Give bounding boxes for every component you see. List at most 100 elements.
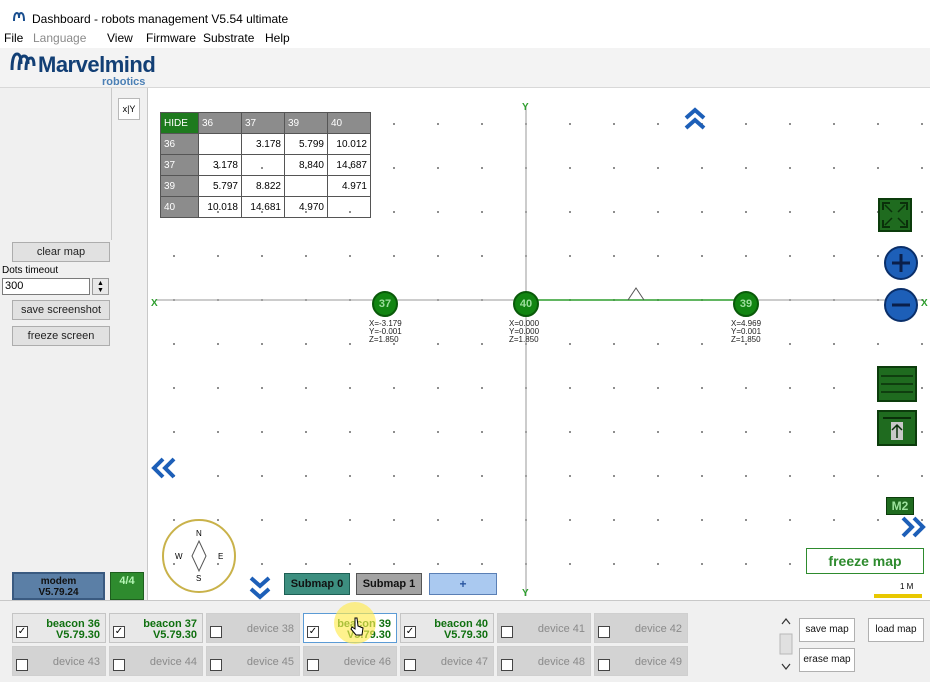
menu-file[interactable]: File	[4, 31, 23, 45]
axis-toggle-button[interactable]: x|Y	[118, 98, 140, 120]
device-checkbox[interactable]: ✓	[404, 626, 416, 638]
grid-dot	[437, 211, 439, 213]
device-checkbox[interactable]: ✓	[16, 626, 28, 638]
device-checkbox[interactable]	[501, 626, 513, 638]
beacon-coords-39: X=4.969 Y=0.001 Z=1.850	[731, 320, 761, 344]
scroll-down-icon[interactable]	[247, 574, 273, 602]
hide-table-button[interactable]: HIDE	[160, 112, 199, 134]
grid-dot	[701, 387, 703, 389]
modem-status[interactable]: modem V5.79.24	[12, 572, 105, 600]
freeze-map-button[interactable]: freeze map	[806, 548, 924, 574]
device-version: V5.79.30	[443, 629, 488, 641]
grid-dot	[217, 343, 219, 345]
grid-dot	[481, 563, 483, 565]
upload-button[interactable]	[877, 410, 917, 446]
device-button-48[interactable]: device 48	[497, 646, 591, 676]
device-button-37[interactable]: ✓ beacon 37 V5.79.30	[109, 613, 203, 643]
device-button-36[interactable]: ✓ beacon 36 V5.79.30	[12, 613, 106, 643]
device-checkbox[interactable]: ✓	[307, 626, 319, 638]
scale-label: 1 M	[900, 582, 914, 591]
device-button-49[interactable]: device 49	[594, 646, 688, 676]
scroll-right-icon[interactable]	[899, 514, 927, 540]
device-button-47[interactable]: device 47	[400, 646, 494, 676]
grid-dot	[613, 123, 615, 125]
device-name: device 47	[440, 656, 488, 668]
device-checkbox[interactable]	[16, 659, 28, 671]
menu-firmware[interactable]: Firmware	[146, 31, 196, 45]
scroll-up-icon[interactable]	[682, 106, 708, 132]
beacon-marker-39[interactable]: 39	[733, 291, 759, 317]
grid-dot	[921, 387, 923, 389]
grid-dot	[789, 167, 791, 169]
grid-dot	[437, 387, 439, 389]
grid-dot	[657, 167, 659, 169]
grid-dot	[921, 255, 923, 257]
beacon-marker-37[interactable]: 37	[372, 291, 398, 317]
device-checkbox[interactable]	[113, 659, 125, 671]
menu-language[interactable]: Language	[33, 31, 86, 45]
device-button-45[interactable]: device 45	[206, 646, 300, 676]
device-label: device 43	[53, 657, 100, 668]
device-checkbox[interactable]	[307, 659, 319, 671]
grid-dot	[349, 475, 351, 477]
fit-to-screen-button[interactable]	[878, 198, 912, 232]
device-list-scrollbar[interactable]	[778, 614, 794, 674]
device-checkbox[interactable]	[210, 659, 222, 671]
clear-map-button[interactable]: clear map	[12, 242, 110, 262]
add-submap-button[interactable]: +	[429, 573, 497, 595]
grid-dot	[789, 255, 791, 257]
device-button-46[interactable]: device 46	[303, 646, 397, 676]
menu-substrate[interactable]: Substrate	[203, 31, 254, 45]
save-map-button[interactable]: save map	[799, 618, 855, 642]
erase-map-button[interactable]: erase map	[799, 648, 855, 672]
grid-dot	[305, 563, 307, 565]
grid-dot	[877, 343, 879, 345]
device-button-43[interactable]: device 43	[12, 646, 106, 676]
beacon-marker-40[interactable]: 40	[513, 291, 539, 317]
grid-dot	[217, 387, 219, 389]
device-checkbox[interactable]	[598, 659, 610, 671]
table-cell: 14.687	[327, 154, 371, 176]
submap-1-button[interactable]: Submap 1	[356, 573, 422, 595]
zoom-in-button[interactable]	[884, 246, 918, 280]
device-checkbox[interactable]	[501, 659, 513, 671]
table-cell: 8.822	[241, 175, 285, 197]
device-name: device 41	[537, 623, 585, 635]
grid-dot	[921, 167, 923, 169]
menu-help[interactable]: Help	[265, 31, 290, 45]
table-header: 36	[198, 112, 242, 134]
grid-dot	[877, 123, 879, 125]
grid-dot	[833, 343, 835, 345]
device-checkbox[interactable]: ✓	[113, 626, 125, 638]
load-map-button[interactable]: load map	[868, 618, 924, 642]
grid-dot	[789, 387, 791, 389]
device-button-40[interactable]: ✓ beacon 40 V5.79.30	[400, 613, 494, 643]
scroll-left-icon[interactable]	[150, 455, 178, 481]
grid-dot	[569, 387, 571, 389]
coord-z: Z=1.850	[731, 335, 761, 344]
device-button-38[interactable]: device 38	[206, 613, 300, 643]
device-button-44[interactable]: device 44	[109, 646, 203, 676]
save-screenshot-button[interactable]: save screenshot	[12, 300, 110, 320]
app-icon	[13, 11, 25, 22]
grid-dot	[217, 255, 219, 257]
device-checkbox[interactable]	[210, 626, 222, 638]
m2-button[interactable]: M2	[886, 497, 914, 515]
device-label: device 42	[635, 624, 682, 635]
device-checkbox[interactable]	[404, 659, 416, 671]
freeze-screen-button[interactable]: freeze screen	[12, 326, 110, 346]
split-view-button[interactable]	[877, 366, 917, 402]
device-button-42[interactable]: device 42	[594, 613, 688, 643]
device-checkbox[interactable]	[598, 626, 610, 638]
device-button-41[interactable]: device 41	[497, 613, 591, 643]
menu-view[interactable]: View	[107, 31, 133, 45]
zoom-out-button[interactable]	[884, 288, 918, 322]
grid-dot	[833, 211, 835, 213]
row-header: 39	[160, 175, 199, 197]
dots-timeout-input[interactable]: 300	[2, 278, 90, 295]
grid-dot	[569, 563, 571, 565]
dots-timeout-spinner[interactable]: ▲ ▼	[92, 278, 109, 295]
grid-dot	[261, 431, 263, 433]
submap-0-button[interactable]: Submap 0	[284, 573, 350, 595]
grid-dot	[569, 123, 571, 125]
